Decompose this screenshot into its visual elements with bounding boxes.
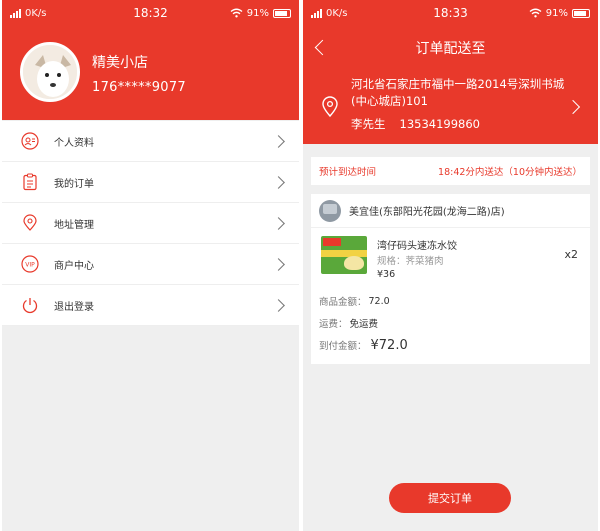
profile-header: 0K/s 18:32 91% 精美小店 176*****9077 <box>2 0 299 120</box>
contact-phone: 13534199860 <box>399 117 480 131</box>
avatar[interactable] <box>20 42 80 102</box>
submit-order-button[interactable]: 提交订单 <box>389 483 511 513</box>
order-card: 美宜佳(东部阳光花园(龙海二路)店) 湾仔码头速冻水饺 规格：荠菜猪肉 ¥36 … <box>311 194 590 364</box>
battery-percent: 91% <box>246 7 269 19</box>
menu-item-logout[interactable]: 退出登录 <box>2 285 299 326</box>
location-pin-icon <box>321 96 339 122</box>
order-header: 0K/s 18:33 91% 订单配送至 河北省石家庄市福中一路2014号深圳书… <box>303 0 598 144</box>
status-bar: 0K/s 18:32 91% <box>2 0 299 26</box>
menu-item-profile[interactable]: 个人资料 <box>2 121 299 162</box>
goods-amount-row: 商品金额： 72.0 <box>319 290 582 312</box>
delivery-address[interactable]: 河北省石家庄市福中一路2014号深圳书城(中心城店)101 <box>351 76 573 110</box>
menu-item-label: 我的订单 <box>54 178 94 190</box>
clipboard-icon <box>20 172 40 192</box>
shop-phone: 176*****9077 <box>92 80 186 95</box>
eta-label: 预计到达时间 <box>319 167 377 178</box>
total-row: 到付金额： ¥72.0 <box>319 334 582 356</box>
battery-percent: 91% <box>545 7 568 19</box>
shipping-row: 运费： 免运费 <box>319 312 582 334</box>
shop-name: 精美小店 <box>92 55 148 71</box>
contact-name: 李先生 <box>351 117 386 131</box>
battery-icon <box>273 8 291 18</box>
product-image <box>321 236 367 274</box>
location-pin-icon <box>20 213 40 233</box>
product-name: 湾仔码头速冻水饺 <box>377 241 457 252</box>
menu-item-label: 个人资料 <box>54 137 94 149</box>
chevron-right-icon <box>272 134 285 148</box>
product-spec: 规格：荠菜猪肉 <box>377 256 444 267</box>
total-value: ¥72.0 <box>370 337 408 353</box>
chevron-right-icon <box>272 175 285 189</box>
shipping-value: 免运费 <box>349 319 379 330</box>
chevron-right-icon <box>272 298 285 312</box>
vip-icon: VIP <box>20 254 40 274</box>
chevron-right-icon <box>272 216 285 230</box>
menu-item-label: 退出登录 <box>54 301 94 313</box>
goods-amount-label: 商品金额： <box>319 297 367 308</box>
dog-avatar-image <box>23 45 77 99</box>
menu-item-orders[interactable]: 我的订单 <box>2 162 299 203</box>
chevron-right-icon <box>272 257 285 271</box>
menu-item-label: 地址管理 <box>54 219 94 231</box>
product-price: ¥36 <box>377 269 396 280</box>
product-quantity: x2 <box>564 248 578 261</box>
person-card-icon <box>20 131 40 151</box>
store-name: 美宜佳(东部阳光花园(龙海二路)店) <box>349 207 505 218</box>
battery-icon <box>572 8 590 18</box>
signal-icon <box>311 8 322 18</box>
store-row: 美宜佳(东部阳光花园(龙海二路)店) <box>311 194 590 228</box>
eta-bar: 预计到达时间 18:42分内送达（10分钟内送达） <box>311 157 590 185</box>
profile-screen: 0K/s 18:32 91% 精美小店 176*****9077 个人资料 我的… <box>2 0 299 531</box>
eta-value: 18:42分内送达（10分钟内送达） <box>438 167 582 178</box>
menu-item-merchant[interactable]: VIP 商户中心 <box>2 244 299 285</box>
store-logo <box>319 199 341 222</box>
svg-text:VIP: VIP <box>25 262 35 269</box>
goods-amount-value: 72.0 <box>368 295 390 307</box>
order-summary: 商品金额： 72.0 运费： 免运费 到付金额： ¥72.0 <box>319 290 582 356</box>
product-row: 湾仔码头速冻水饺 规格：荠菜猪肉 ¥36 x2 <box>311 228 590 282</box>
delivery-contact: 李先生 13534199860 <box>351 116 480 132</box>
total-label: 到付金额： <box>319 341 367 352</box>
order-screen: 0K/s 18:33 91% 订单配送至 河北省石家庄市福中一路2014号深圳书… <box>303 0 598 531</box>
menu-item-address[interactable]: 地址管理 <box>2 203 299 244</box>
signal-icon <box>10 8 21 18</box>
power-icon <box>20 295 40 315</box>
page-title: 订单配送至 <box>415 41 486 57</box>
status-bar: 0K/s 18:33 91% <box>303 0 598 26</box>
network-speed: 0K/s <box>326 7 348 19</box>
wifi-icon <box>529 8 542 18</box>
wifi-icon <box>230 8 243 18</box>
network-speed: 0K/s <box>25 7 47 19</box>
shipping-label: 运费： <box>319 319 348 330</box>
profile-menu: 个人资料 我的订单 地址管理 VIP 商户中心 退出登录 <box>2 121 299 326</box>
menu-item-label: 商户中心 <box>54 260 94 272</box>
